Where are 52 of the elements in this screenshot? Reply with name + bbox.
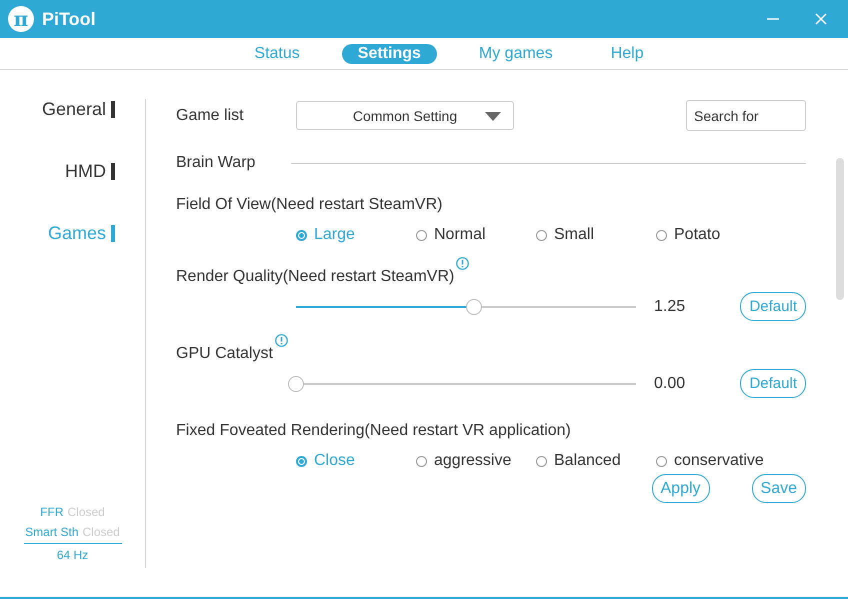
radio-button[interactable]	[416, 230, 427, 240]
nav-tab[interactable]: Help	[594, 44, 660, 64]
refresh-rate: 64 Hz	[56, 548, 88, 562]
section-title: Brain Warp	[176, 154, 256, 172]
action-button[interactable]: Save	[752, 474, 806, 503]
info-icon[interactable]	[456, 257, 470, 270]
sidebar-item[interactable]: Games	[48, 223, 106, 244]
radio-button[interactable]	[296, 456, 307, 466]
slider-thumb[interactable]	[288, 376, 304, 392]
radio-label: Small	[554, 226, 594, 244]
radio-button[interactable]	[536, 456, 547, 466]
selection-marker	[111, 163, 115, 180]
radio-button[interactable]	[656, 456, 667, 466]
radio-button[interactable]	[416, 456, 427, 466]
radio-button[interactable]	[296, 230, 307, 240]
radio-label: Large	[314, 226, 355, 244]
radio-button[interactable]	[656, 230, 667, 240]
nav-tab[interactable]: My games	[462, 44, 569, 64]
sidebar-item[interactable]: General	[42, 99, 106, 120]
default-button[interactable]: Default	[740, 369, 806, 398]
caret-icon	[485, 112, 501, 121]
radio-label: Close	[314, 452, 355, 470]
radio-label: conservative	[674, 452, 764, 470]
radio-label: Normal	[434, 226, 486, 244]
slider-thumb[interactable]	[466, 298, 482, 314]
radio-label: Potato	[674, 226, 720, 244]
game-list-label: Game list	[176, 106, 245, 124]
slider-value: 1.25	[654, 298, 686, 316]
nav-tab[interactable]: Status	[238, 44, 316, 64]
status-label: FFR	[40, 505, 64, 519]
selection-marker	[111, 101, 115, 118]
nav-tab[interactable]: Settings	[342, 44, 437, 64]
logo-icon: π	[8, 6, 34, 32]
game-dropdown[interactable]: Common Setting	[296, 101, 514, 130]
radio-label: Balanced	[554, 452, 621, 470]
close-icon[interactable]	[814, 12, 828, 26]
selection-marker	[111, 225, 115, 242]
radio-label: aggressive	[434, 452, 512, 470]
sidebar-item[interactable]: HMD	[65, 161, 106, 182]
scrollbar[interactable]	[836, 158, 844, 300]
search-field[interactable]: Search for	[686, 100, 806, 131]
radio-button[interactable]	[536, 230, 547, 240]
setting-label: Field Of View(Need restart SteamVR)	[176, 196, 442, 214]
default-button[interactable]: Default	[740, 292, 806, 321]
status-label: Smart Sth	[25, 525, 78, 539]
action-button[interactable]: Apply	[652, 474, 710, 503]
window-title: PiTool	[42, 8, 96, 30]
setting-label: Fixed Foveated Rendering(Need restart VR application)	[176, 422, 571, 440]
info-icon[interactable]	[274, 334, 288, 347]
setting-label: GPU Catalyst	[176, 345, 273, 363]
setting-label: Render Quality(Need restart SteamVR)	[176, 268, 454, 286]
slider-value: 0.00	[654, 374, 686, 392]
